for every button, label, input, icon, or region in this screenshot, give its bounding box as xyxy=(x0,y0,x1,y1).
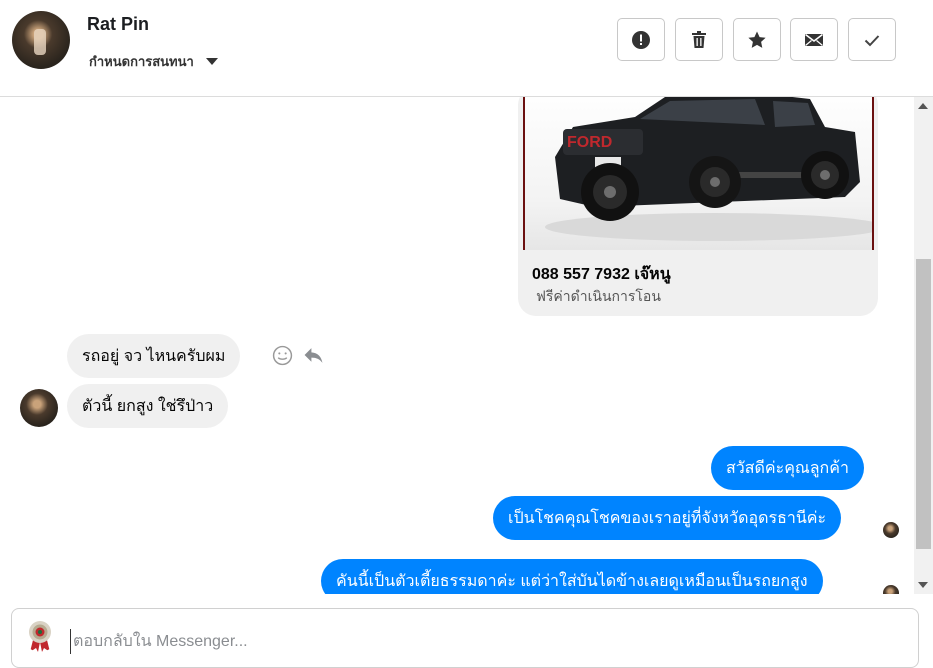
envelope-icon xyxy=(805,33,823,46)
message-thread[interactable]: FORD 088 557 7932 เจ๊หนู ฟรีค่าดำเนินการ… xyxy=(0,97,914,594)
incoming-message[interactable]: ตัวนี้ ยกสูง ใช่รึป่าว xyxy=(67,384,229,428)
seen-indicator-avatar xyxy=(883,585,899,594)
delete-button[interactable] xyxy=(675,18,723,61)
conversation-settings-label: กำหนดการสนทนา xyxy=(89,54,194,69)
page-avatar xyxy=(23,618,57,652)
message-actions xyxy=(272,345,324,366)
outgoing-message[interactable]: สวัสดีค่ะคุณลูกค้า xyxy=(711,446,864,490)
trash-icon xyxy=(692,30,706,48)
scroll-up-arrow-icon[interactable] xyxy=(918,103,928,109)
card-subtitle: ฟรีค่าดำเนินการโอน xyxy=(536,288,661,304)
pickup-truck-image: FORD xyxy=(545,97,872,241)
thread-scrollbar[interactable] xyxy=(914,97,933,594)
star-icon xyxy=(748,31,766,48)
emoji-reaction-icon[interactable] xyxy=(272,345,293,366)
mark-spam-button[interactable] xyxy=(617,18,665,61)
caret-down-icon xyxy=(205,58,218,65)
scroll-down-arrow-icon[interactable] xyxy=(918,582,928,588)
truck-photo[interactable]: FORD xyxy=(523,97,874,250)
reply-input[interactable]: ตอบกลับใน Messenger... xyxy=(70,629,248,654)
outgoing-message[interactable]: คันนี้เป็นตัวเตี้ยธรรมดาค่ะ แต่ว่าใส่บัน… xyxy=(321,559,823,594)
mark-unread-button[interactable] xyxy=(790,18,838,61)
star-button[interactable] xyxy=(733,18,781,61)
mark-done-button[interactable] xyxy=(848,18,896,61)
contact-avatar-small[interactable] xyxy=(20,389,58,427)
conversation-settings-menu[interactable]: กำหนดการสนทนา xyxy=(89,51,218,72)
contact-avatar[interactable] xyxy=(12,11,70,69)
outgoing-message[interactable]: เป็นโชคคุณโชคของเราอยู่ที่จังหวัดอุดรธาน… xyxy=(493,496,842,540)
card-title[interactable]: 088 557 7932 เจ๊หนู xyxy=(532,262,671,287)
contact-name[interactable]: Rat Pin xyxy=(87,14,149,35)
check-icon xyxy=(864,34,880,46)
seen-indicator-avatar xyxy=(883,522,899,538)
reply-composer[interactable]: ตอบกลับใน Messenger... xyxy=(11,608,919,668)
scrollbar-thumb[interactable] xyxy=(916,259,931,549)
exclamation-icon xyxy=(632,30,650,49)
shared-post-card[interactable]: FORD 088 557 7932 เจ๊หนู ฟรีค่าดำเนินการ… xyxy=(518,97,878,316)
conversation-header: Rat Pin กำหนดการสนทนา xyxy=(0,0,933,97)
incoming-message[interactable]: รถอยู่ จว ไหนครับผม xyxy=(67,334,241,378)
reply-icon[interactable] xyxy=(303,345,324,366)
rosette-logo-icon xyxy=(29,621,51,652)
svg-text:FORD: FORD xyxy=(567,134,612,151)
